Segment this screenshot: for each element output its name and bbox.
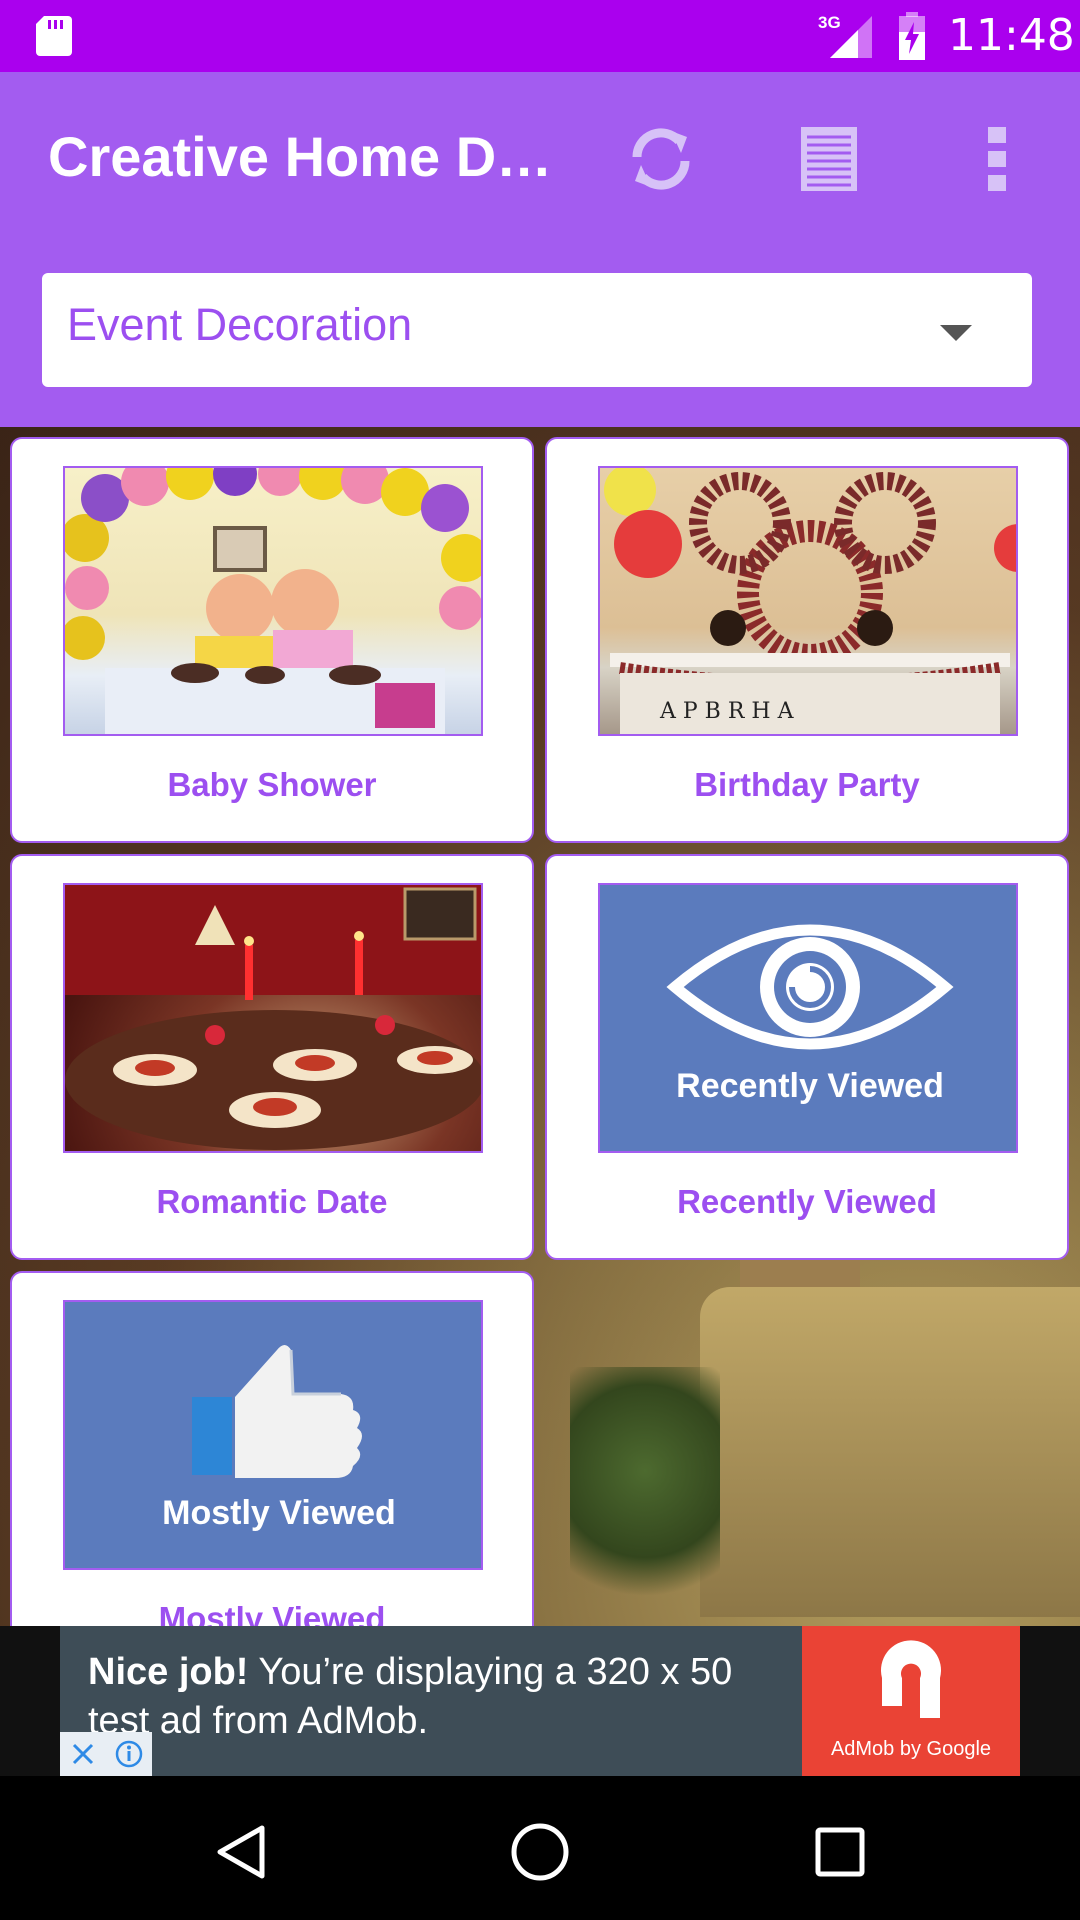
ad-text: Nice job! You’re displaying a 320 x 50 t…: [88, 1648, 788, 1746]
navigation-bar: [0, 1776, 1080, 1920]
app-bar: Creative Home D… Event Decoration: [0, 72, 1080, 427]
ad-headline: Nice job!: [88, 1651, 249, 1693]
ad-banner-container: Nice job! You’re displaying a 320 x 50 t…: [0, 1626, 1080, 1776]
ad-info-button[interactable]: [106, 1732, 152, 1776]
ad-brand: AdMob by Google: [830, 1738, 992, 1760]
refresh-button[interactable]: [616, 114, 706, 204]
category-label: Baby Shower: [167, 766, 377, 803]
home-icon: [511, 1823, 569, 1881]
category-label: Mostly Viewed: [158, 1600, 386, 1626]
category-card-birthday-party[interactable]: A P B R H A Birthday Party: [545, 437, 1069, 843]
sd-card-icon: [36, 16, 72, 61]
back-icon: [217, 1825, 265, 1879]
more-vert-icon: [988, 127, 1006, 191]
birthday-party-photo: A P B R H A: [598, 466, 1018, 736]
category-label: Birthday Party: [694, 766, 920, 803]
recently-viewed-tile: Recently Viewed: [598, 883, 1018, 1153]
background-decor: [700, 1287, 1080, 1617]
refresh-icon: [632, 128, 690, 190]
category-card-romantic-date[interactable]: Romantic Date: [10, 854, 534, 1260]
baby-shower-photo: [63, 466, 483, 736]
ad-banner[interactable]: Nice job! You’re displaying a 320 x 50 t…: [60, 1626, 1020, 1776]
category-grid[interactable]: Baby Shower A P B R H A Birthday Party R…: [0, 427, 1080, 1626]
spinner-selected-value: Event Decoration: [67, 299, 413, 350]
tile-caption: Recently Viewed: [676, 1067, 944, 1105]
mostly-viewed-tile: Mostly Viewed: [63, 1300, 483, 1570]
svg-text:3G: 3G: [818, 13, 841, 32]
eye-icon: [666, 924, 954, 1050]
chevron-down-icon: [940, 325, 972, 341]
thumbs-up-icon: [192, 1345, 362, 1478]
info-icon: [115, 1740, 143, 1768]
list-icon: [801, 127, 857, 191]
signal-icon: 3G: [818, 12, 874, 65]
home-button[interactable]: [500, 1812, 580, 1892]
category-card-recently-viewed[interactable]: Recently Viewed Recently Viewed: [545, 854, 1069, 1260]
admob-icon: [881, 1640, 941, 1718]
recents-icon: [815, 1827, 865, 1877]
list-button[interactable]: [784, 114, 874, 204]
clock: 11:48: [948, 10, 1075, 61]
admob-logo: AdMob by Google: [802, 1626, 1020, 1776]
background-decor: [570, 1367, 720, 1626]
svg-text:A P B R H A: A P B R H A: [659, 699, 795, 724]
status-bar: 3G 11:48: [0, 0, 1080, 72]
close-icon: [72, 1743, 94, 1765]
page-title: Creative Home D…: [48, 125, 548, 188]
battery-charging-icon: [897, 12, 927, 65]
category-card-mostly-viewed[interactable]: Mostly Viewed Mostly Viewed: [10, 1271, 534, 1626]
category-label: Recently Viewed: [677, 1183, 937, 1220]
romantic-date-photo: [63, 883, 483, 1153]
back-button[interactable]: [202, 1812, 282, 1892]
category-card-baby-shower[interactable]: Baby Shower: [10, 437, 534, 843]
category-spinner[interactable]: Event Decoration: [42, 273, 1032, 387]
recents-button[interactable]: [800, 1812, 880, 1892]
more-options-button[interactable]: [953, 114, 1043, 204]
tile-caption: Mostly Viewed: [162, 1494, 396, 1532]
ad-close-button[interactable]: [60, 1732, 106, 1776]
category-label: Romantic Date: [156, 1183, 388, 1220]
